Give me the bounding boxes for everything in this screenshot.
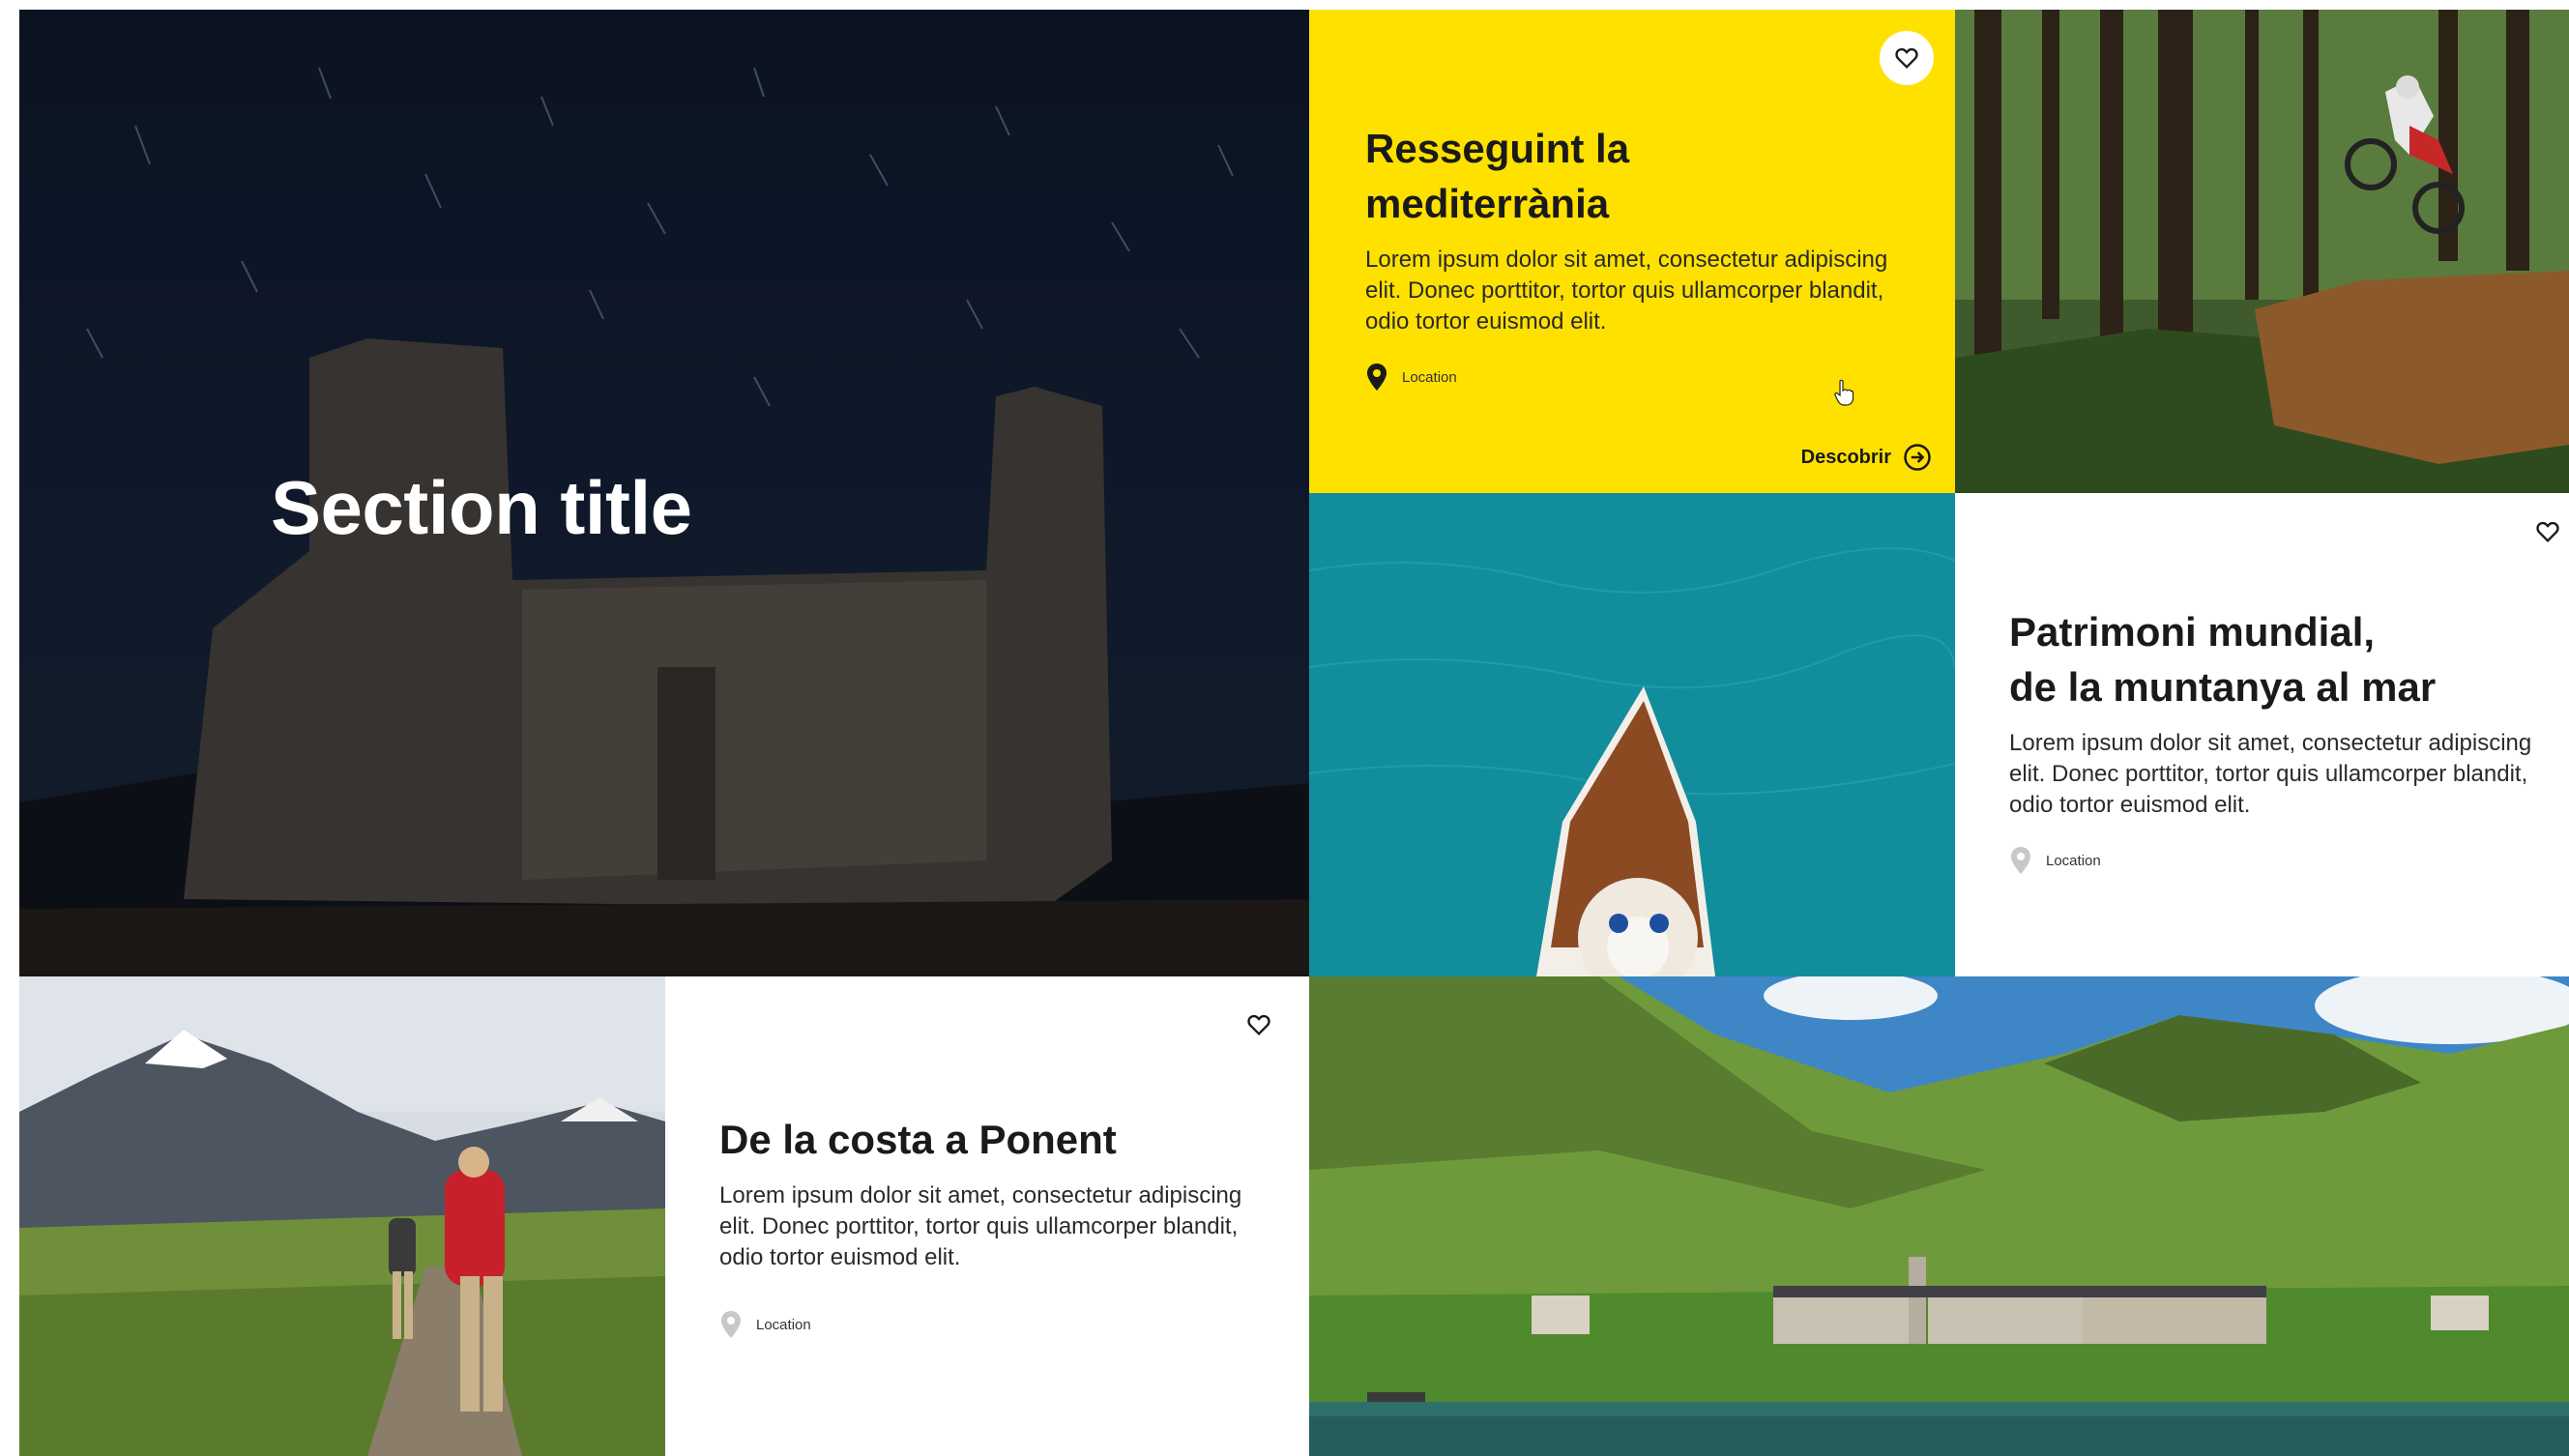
card-title: De la costa a Ponent — [719, 1117, 1117, 1162]
forest-biker-image — [1955, 10, 2569, 493]
card-description: Lorem ipsum dolor sit amet, consectetur … — [1365, 247, 1888, 335]
discover-label: Descobrir — [1800, 446, 1891, 468]
favorite-button[interactable] — [2521, 505, 2569, 559]
map-pin-icon — [2011, 847, 2030, 874]
boat-aerial-image — [1309, 493, 1955, 976]
location-tag: Location — [1365, 363, 1457, 392]
mountain-hikers-image — [19, 976, 665, 1456]
arrow-circle-right-icon — [1904, 444, 1931, 471]
location-label: Location — [756, 1316, 811, 1333]
location-label: Location — [2046, 852, 2101, 869]
card-costa-ponent[interactable]: De la costa a Ponent Lorem ipsum dolor s… — [665, 976, 1309, 1456]
card-description: Lorem ipsum dolor sit amet, consectetur … — [2009, 730, 2532, 818]
heart-outline-icon — [1247, 1014, 1270, 1035]
favorite-button[interactable] — [1880, 31, 1934, 85]
mountain-bike-photo[interactable] — [1955, 10, 2569, 493]
valley-sanctuary-image — [1309, 976, 2569, 1456]
hand-pointer-icon — [1833, 379, 1854, 406]
discover-link[interactable]: Descobrir — [1801, 443, 1932, 472]
location-label: Location — [1402, 368, 1457, 386]
heart-outline-icon — [2536, 521, 2559, 542]
heart-outline-icon — [1895, 47, 1918, 69]
card-resseguint[interactable]: Resseguint la mediterrània Lorem ipsum d… — [1309, 10, 1955, 493]
card-description: Lorem ipsum dolor sit amet, consectetur … — [719, 1182, 1242, 1270]
hero-tile[interactable]: Section title — [19, 10, 1309, 976]
location-tag: Location — [719, 1310, 811, 1339]
card-title-line2: de la muntanya al mar — [2009, 664, 2437, 710]
hiking-photo[interactable] — [19, 976, 665, 1456]
favorite-button[interactable] — [1232, 998, 1286, 1052]
card-title-line1: Resseguint la — [1365, 126, 1630, 171]
boat-sea-photo[interactable] — [1309, 493, 1955, 976]
map-pin-icon — [1367, 364, 1387, 391]
section-title: Section title — [271, 465, 692, 550]
card-patrimoni[interactable]: Patrimoni mundial, de la muntanya al mar… — [1955, 493, 2569, 976]
card-title-line1: Patrimoni mundial, — [2009, 609, 2376, 655]
card-title-line2: mediterrània — [1365, 181, 1610, 226]
location-tag: Location — [2009, 846, 2101, 875]
mountain-lake-photo[interactable] — [1309, 976, 2569, 1456]
map-pin-icon — [721, 1311, 741, 1338]
